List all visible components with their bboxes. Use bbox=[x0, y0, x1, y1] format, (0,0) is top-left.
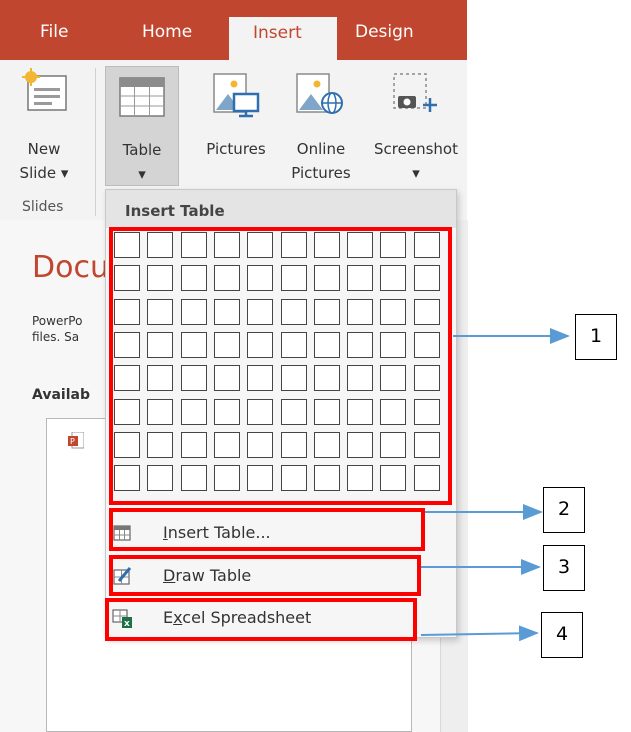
callout-arrows bbox=[420, 328, 570, 642]
arrow-4 bbox=[420, 625, 539, 642]
callout-1: 1 bbox=[575, 314, 617, 360]
callout-3: 3 bbox=[543, 545, 585, 591]
callout-2: 2 bbox=[543, 487, 585, 533]
callout-4: 4 bbox=[541, 612, 583, 658]
